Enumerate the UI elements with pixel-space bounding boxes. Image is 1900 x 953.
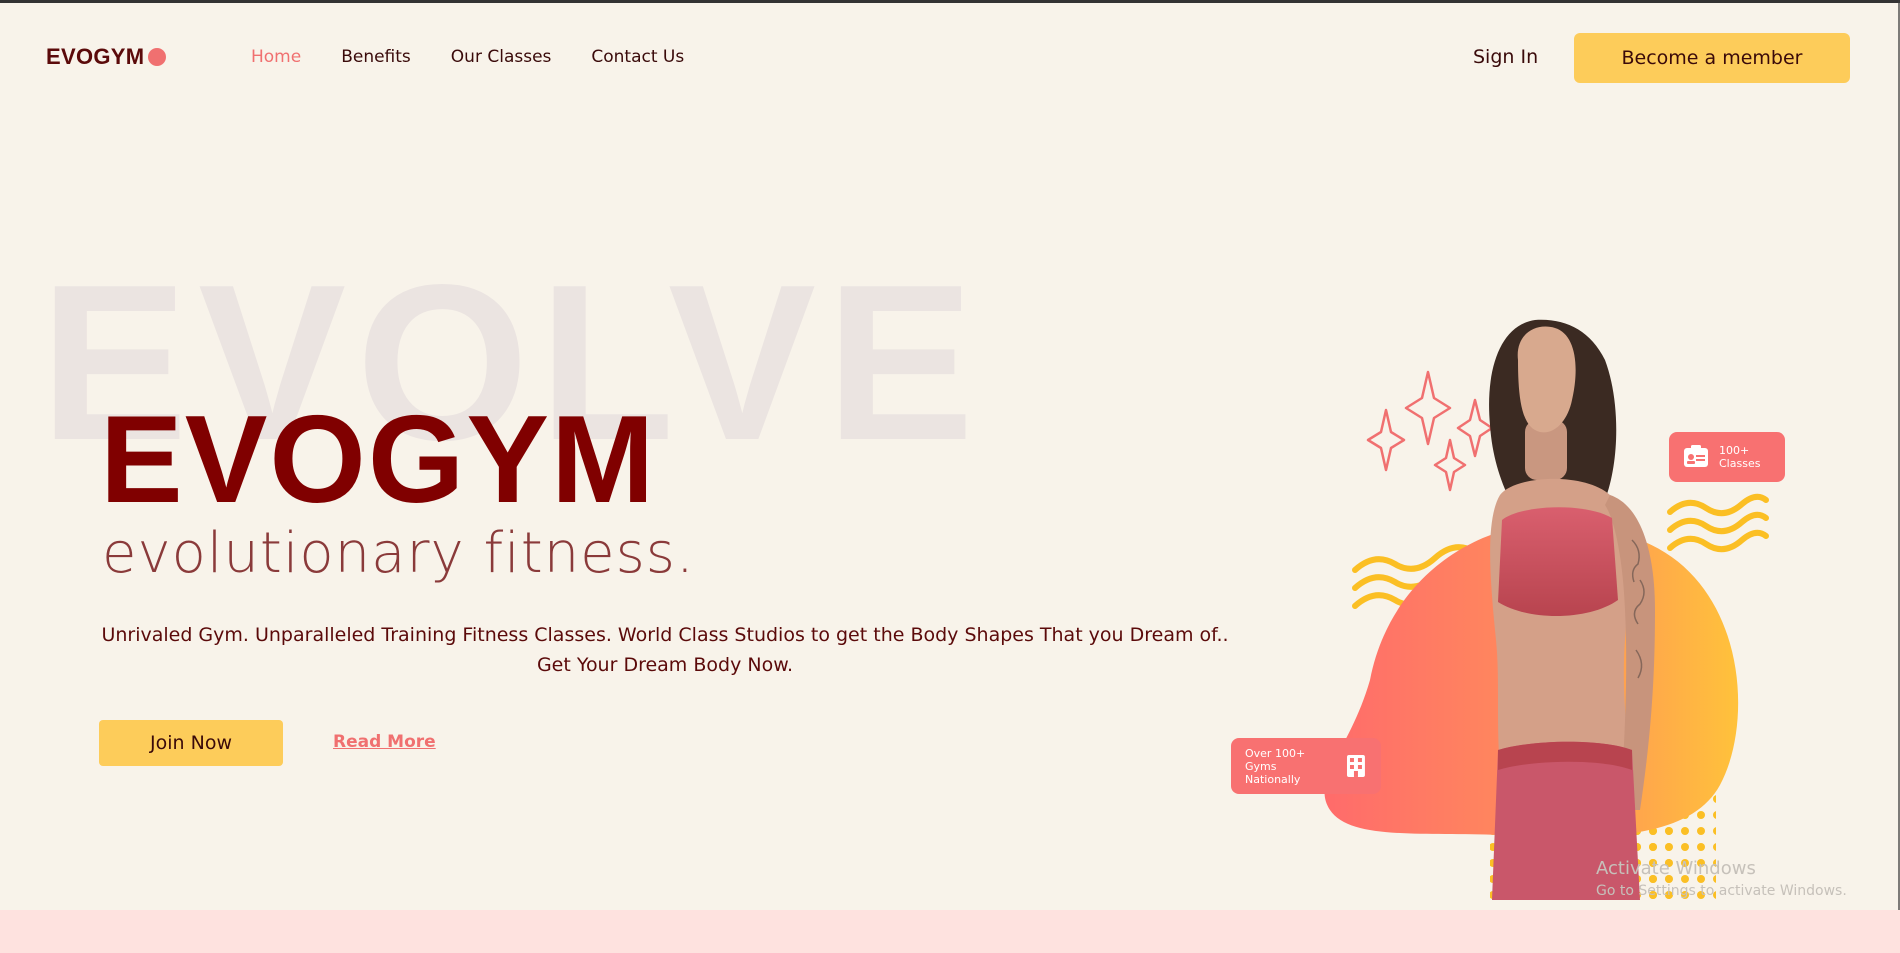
nav-link-home[interactable]: Home — [251, 47, 301, 67]
read-more-link[interactable]: Read More — [333, 732, 436, 752]
hero-tagline: evolutionary fitness. — [102, 521, 695, 586]
nav-link-benefits[interactable]: Benefits — [341, 47, 411, 67]
woman-figure — [1489, 319, 1655, 900]
logo[interactable]: EVOGYM — [46, 44, 167, 70]
join-now-button[interactable]: Join Now — [99, 720, 283, 766]
hero-brand-title: EVOGYM — [100, 391, 657, 529]
gyms-badge-label: Gyms Nationally — [1245, 759, 1301, 786]
activate-windows-watermark: Activate Windows Go to Settings to activ… — [1596, 858, 1847, 899]
wavy-lines-right — [1667, 493, 1769, 553]
gyms-badge: Over 100+ Gyms Nationally — [1231, 738, 1381, 794]
classes-badge-label: Classes — [1719, 457, 1761, 470]
logo-text: EVOGYM — [46, 44, 145, 69]
gyms-badge-count: Over 100+ — [1245, 746, 1306, 760]
next-section-band — [0, 910, 1900, 953]
hero-description: Unrivaled Gym. Unparalleled Training Fit… — [101, 624, 1229, 676]
nav-link-contact-us[interactable]: Contact Us — [591, 47, 684, 67]
main-nav: Home Benefits Our Classes Contact Us — [251, 47, 684, 67]
become-member-button[interactable]: Become a member — [1574, 33, 1850, 83]
sign-in-link[interactable]: Sign In — [1473, 46, 1538, 68]
building-icon — [1347, 755, 1366, 777]
hero-illustration — [1324, 319, 1769, 900]
id-card-icon — [1684, 445, 1708, 467]
window-top-border — [0, 0, 1900, 3]
nav-link-our-classes[interactable]: Our Classes — [451, 47, 552, 67]
logo-dot-icon — [148, 48, 167, 66]
classes-badge-count: 100+ — [1719, 444, 1750, 457]
watermark-title: Activate Windows — [1596, 858, 1756, 879]
classes-badge: 100+ Classes — [1669, 432, 1785, 482]
sparkle-icon — [1366, 370, 1494, 492]
watermark-subtitle: Go to Settings to activate Windows. — [1596, 883, 1847, 899]
